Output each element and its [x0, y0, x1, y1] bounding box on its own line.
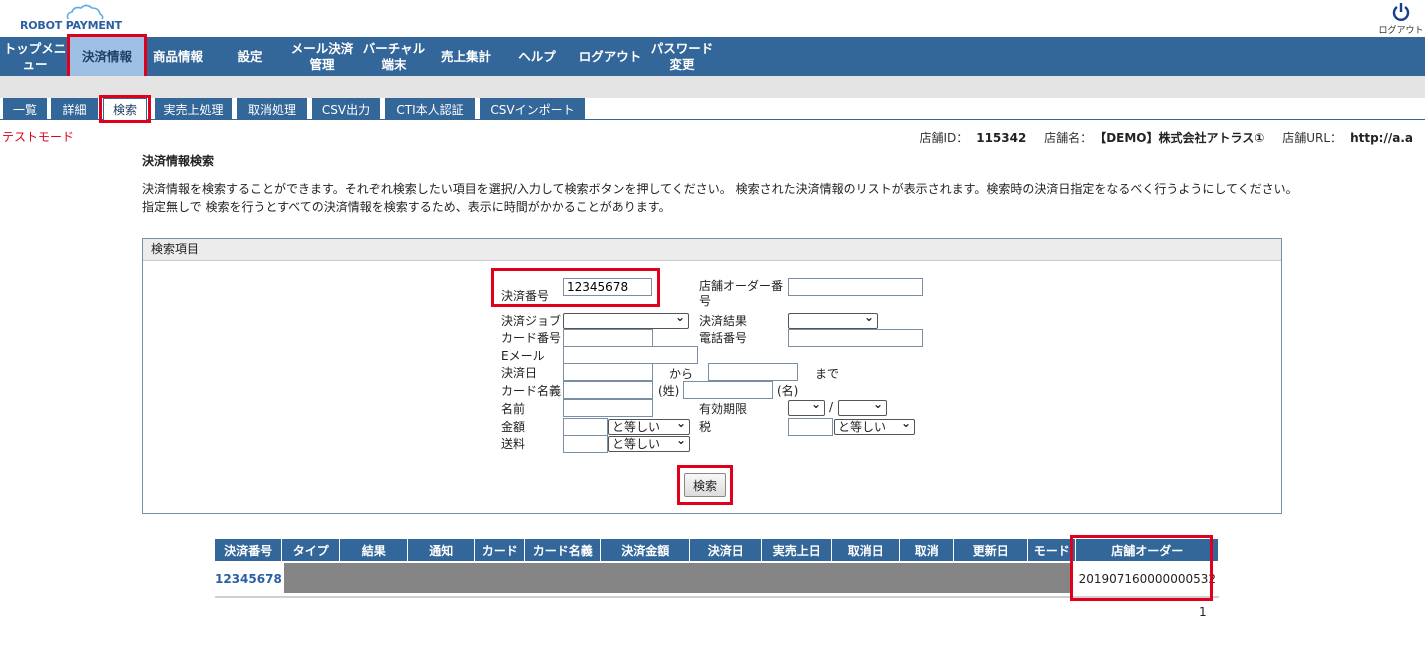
expiry-label: 有効期限 — [699, 402, 748, 416]
results-table: 決済番号 タイプ 結果 通知 カード カード名義 決済金額 決済日 実売上日 取… — [215, 539, 1220, 598]
header-updated[interactable]: 更新日 — [953, 539, 1029, 561]
description-line-2: 指定無しで 検索を行うとすべての決済情報を検索するため、表示に時間がかかることが… — [142, 200, 671, 214]
date-to-label: まで — [815, 367, 840, 381]
shop-order-input[interactable] — [788, 278, 923, 296]
shop-id-label: 店舗ID： — [919, 131, 969, 145]
shop-name: 【DEMO】株式会社アトラス① — [1100, 131, 1265, 145]
tax-label: 税 — [699, 420, 712, 434]
date-from-label: から — [669, 367, 694, 381]
date-from-input[interactable] — [563, 363, 653, 381]
page-description: 決済情報を検索することができます。それぞれ検索したい項目を選択/入力して検索ボタ… — [142, 180, 1342, 216]
main-nav: トップメニ ュー 決済情報 商品情報 設定 メール決済 管理 バーチャル 端末 … — [0, 37, 1425, 76]
phone-input[interactable] — [788, 329, 923, 347]
email-input[interactable] — [563, 346, 698, 364]
highlight-payment-no — [491, 268, 660, 307]
highlight-nav-payment — [67, 34, 147, 80]
panel-title: 検索項目 — [143, 239, 1281, 261]
shipping-label: 送料 — [501, 437, 526, 451]
header-notify[interactable]: 通知 — [407, 539, 476, 561]
row-payment-no-link[interactable]: 12345678 — [215, 561, 282, 598]
nav-virtual-terminal[interactable]: バーチャル 端末 — [356, 37, 432, 76]
nav-help[interactable]: ヘルプ — [500, 37, 574, 76]
grey-strip — [0, 76, 1425, 98]
top-bar: ROBOT PAYMENT ログアウト — [0, 0, 1425, 37]
cloud-logo-icon — [66, 4, 104, 20]
shipping-operator-select[interactable]: と等しい — [608, 433, 690, 452]
shop-url: http://a.a — [1350, 131, 1413, 145]
nav-product-info[interactable]: 商品情報 — [144, 37, 212, 76]
email-label: Eメール — [501, 349, 545, 363]
nav-settings[interactable]: 設定 — [212, 37, 288, 76]
power-icon — [1392, 3, 1410, 21]
nav-top-menu[interactable]: トップメニ ュー — [0, 37, 70, 76]
nav-logout[interactable]: ログアウト — [574, 37, 646, 76]
name-input[interactable] — [563, 399, 653, 417]
card-no-input[interactable] — [563, 329, 653, 347]
nav-mail-payment[interactable]: メール決済 管理 — [288, 37, 356, 76]
date-label: 決済日 — [501, 366, 538, 380]
header-card-name[interactable]: カード名義 — [524, 539, 602, 561]
highlight-search-button — [677, 465, 733, 505]
masked-row-data — [281, 561, 1076, 598]
shop-order-label: 店舗オーダー番 号 — [699, 279, 784, 308]
shop-info: 店舗ID： 115342 店舗名： 【DEMO】株式会社アトラス① 店舗URL： ht… — [919, 129, 1413, 146]
expiry-separator: / — [829, 400, 834, 414]
header-cancel-date[interactable]: 取消日 — [831, 539, 901, 561]
amount-input[interactable] — [563, 418, 608, 436]
name-label: 名前 — [501, 402, 526, 416]
phone-label: 電話番号 — [699, 331, 748, 345]
expiry-year-select[interactable] — [838, 397, 887, 416]
last-name-label: (姓) — [658, 384, 680, 398]
logout-top-button[interactable]: ログアウト — [1377, 2, 1425, 36]
tax-input[interactable] — [788, 418, 833, 436]
header-sales-date[interactable]: 実売上日 — [761, 539, 833, 561]
tax-operator-select[interactable]: と等しい — [834, 416, 915, 435]
nav-password-change[interactable]: パスワード 変更 — [646, 37, 718, 76]
highlight-tab-search — [99, 95, 151, 123]
description-line-1: 決済情報を検索することができます。それぞれ検索したい項目を選択/入力して検索ボタ… — [142, 182, 1298, 196]
job-select[interactable] — [563, 310, 689, 329]
nav-sales-summary[interactable]: 売上集計 — [432, 37, 500, 76]
tab-detail[interactable]: 詳細 — [51, 98, 98, 120]
shop-url-label: 店舗URL： — [1282, 131, 1343, 145]
logout-top-label: ログアウト — [1378, 26, 1424, 36]
header-type[interactable]: タイプ — [281, 539, 341, 561]
result-label: 決済結果 — [699, 314, 748, 328]
redacted-block — [283, 562, 1072, 593]
tab-cti-auth[interactable]: CTI本人認証 — [385, 98, 475, 120]
test-mode-label: テストモード — [2, 130, 75, 144]
page-title: 決済情報検索 — [142, 154, 215, 168]
shop-name-label: 店舗名： — [1044, 131, 1093, 145]
header-payment-no[interactable]: 決済番号 — [215, 539, 283, 561]
table-row: 12345678 201907160000000532 — [215, 561, 1219, 598]
date-to-input[interactable] — [708, 363, 798, 381]
header-date[interactable]: 決済日 — [689, 539, 763, 561]
header-card[interactable]: カード — [474, 539, 526, 561]
header-cancel[interactable]: 取消 — [899, 539, 955, 561]
card-first-name-input[interactable] — [683, 381, 773, 399]
results-header-row: 決済番号 タイプ 結果 通知 カード カード名義 決済金額 決済日 実売上日 取… — [215, 539, 1220, 561]
shipping-input[interactable] — [563, 435, 608, 453]
result-select[interactable] — [788, 310, 878, 329]
pagination-page-1[interactable]: 1 — [1199, 605, 1207, 619]
tab-csv-import[interactable]: CSVインポート — [480, 98, 585, 120]
first-name-label: (名) — [777, 384, 799, 398]
brand-logo[interactable]: ROBOT PAYMENT — [20, 19, 122, 32]
header-amount[interactable]: 決済金額 — [600, 539, 691, 561]
amount-label: 金額 — [501, 420, 526, 434]
job-label: 決済ジョブ — [501, 314, 562, 328]
expiry-month-select[interactable] — [788, 397, 825, 416]
tab-list[interactable]: 一覧 — [3, 98, 47, 120]
sub-tabs: 一覧 詳細 検索 実売上処理 取消処理 CSV出力 CTI本人認証 CSVインポ… — [0, 98, 1425, 120]
header-result[interactable]: 結果 — [339, 539, 409, 561]
shop-id: 115342 — [976, 131, 1027, 145]
tab-actual-sales[interactable]: 実売上処理 — [155, 98, 232, 120]
tab-csv-export[interactable]: CSV出力 — [312, 98, 380, 120]
card-no-label: カード番号 — [501, 331, 562, 345]
highlight-shop-order — [1070, 535, 1213, 601]
header-mode[interactable]: モード — [1027, 539, 1077, 561]
card-name-label: カード名義 — [501, 384, 562, 398]
card-last-name-input[interactable] — [563, 381, 653, 399]
tab-cancel[interactable]: 取消処理 — [237, 98, 307, 120]
